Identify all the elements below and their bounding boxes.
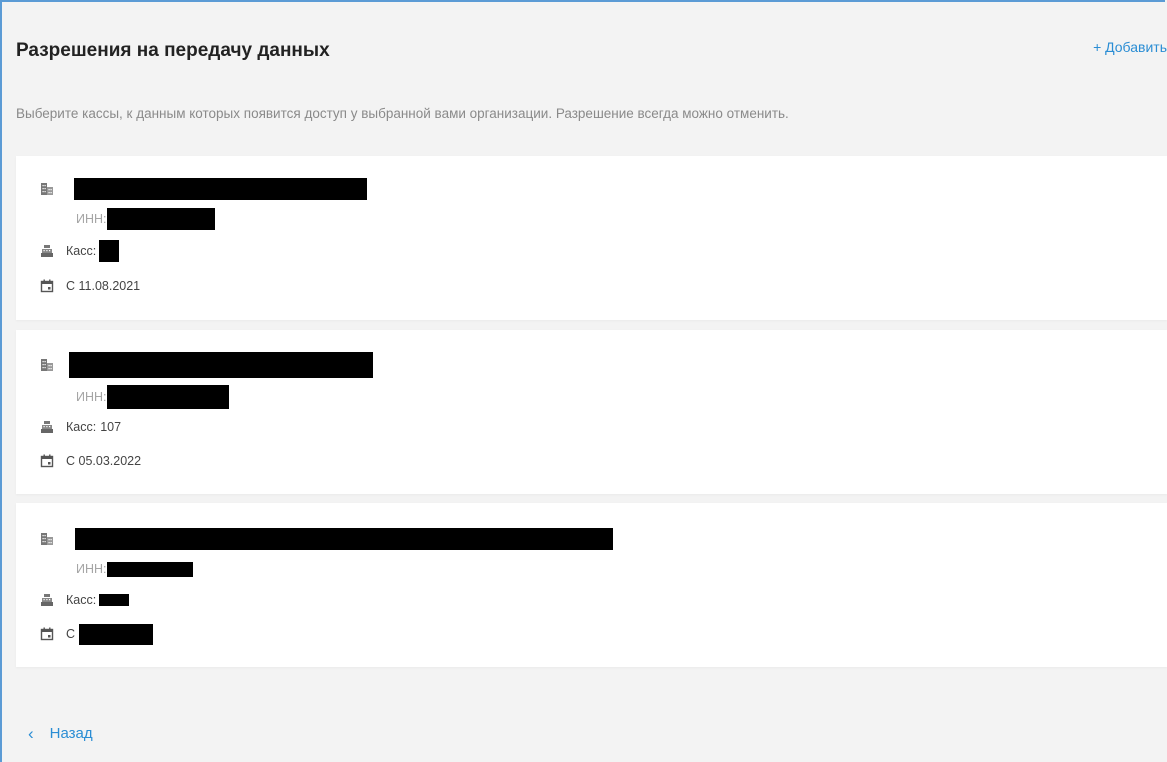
permission-card: ИНН: Касс: С 11.08.2021 (16, 156, 1167, 320)
page-header: Разрешения на передачу данных + Добавить… (2, 2, 1167, 154)
kass-row: Касс: (40, 240, 120, 262)
date-row: С 05.03.2022 (40, 450, 141, 472)
kass-label: Касс: (66, 244, 97, 258)
redacted-inn (106, 385, 229, 409)
calendar-icon (40, 454, 54, 468)
building-icon (40, 182, 54, 196)
kass-row: Касс: 107 (40, 416, 121, 438)
back-label: Назад (49, 725, 93, 742)
building-icon (40, 532, 54, 546)
redacted-kass-count (99, 594, 130, 606)
building-icon (40, 358, 54, 372)
cash-register-icon (40, 244, 54, 258)
date-row: С (40, 623, 154, 645)
redacted-inn (106, 561, 193, 577)
page-description: Выберите кассы, к данным которых появитс… (16, 106, 789, 121)
redacted-organization-name (75, 528, 613, 550)
cash-register-icon (40, 593, 54, 607)
cash-register-icon (40, 420, 54, 434)
permission-card: ИНН: Касс: С (16, 503, 1167, 667)
organization-row (40, 352, 373, 378)
page-title: Разрешения на передачу данных (16, 40, 330, 61)
redacted-inn (106, 208, 215, 230)
inn-row: ИНН: (76, 385, 229, 409)
add-permission-link[interactable]: + Добавить (1093, 39, 1167, 55)
redacted-organization-name (74, 178, 367, 200)
kass-label: Касс: (66, 420, 97, 434)
redacted-organization-name (69, 352, 373, 378)
permission-start-date: С 11.08.2021 (66, 279, 141, 293)
kass-label: Касс: (66, 593, 97, 607)
redacted-date (79, 623, 154, 645)
inn-label: ИНН: (76, 562, 107, 576)
redacted-kass-count (99, 240, 120, 262)
inn-row: ИНН: (76, 208, 215, 230)
kass-row: Касс: (40, 589, 130, 611)
organization-row (40, 528, 613, 550)
permission-start-date: С 05.03.2022 (66, 454, 142, 468)
inn-label: ИНН: (76, 212, 107, 226)
inn-row: ИНН: (76, 558, 193, 580)
chevron-left-icon: ‹ (28, 724, 34, 743)
inn-label: ИНН: (76, 390, 107, 404)
back-link[interactable]: ‹ Назад (28, 725, 93, 742)
calendar-icon (40, 279, 54, 293)
kass-count: 107 (100, 420, 122, 434)
permission-start-date: С (66, 627, 76, 641)
date-row: С 11.08.2021 (40, 275, 140, 297)
permission-card: ИНН: Касс: 107 С 05.03.2022 (16, 330, 1167, 494)
organization-row (40, 178, 367, 200)
calendar-icon (40, 627, 54, 641)
